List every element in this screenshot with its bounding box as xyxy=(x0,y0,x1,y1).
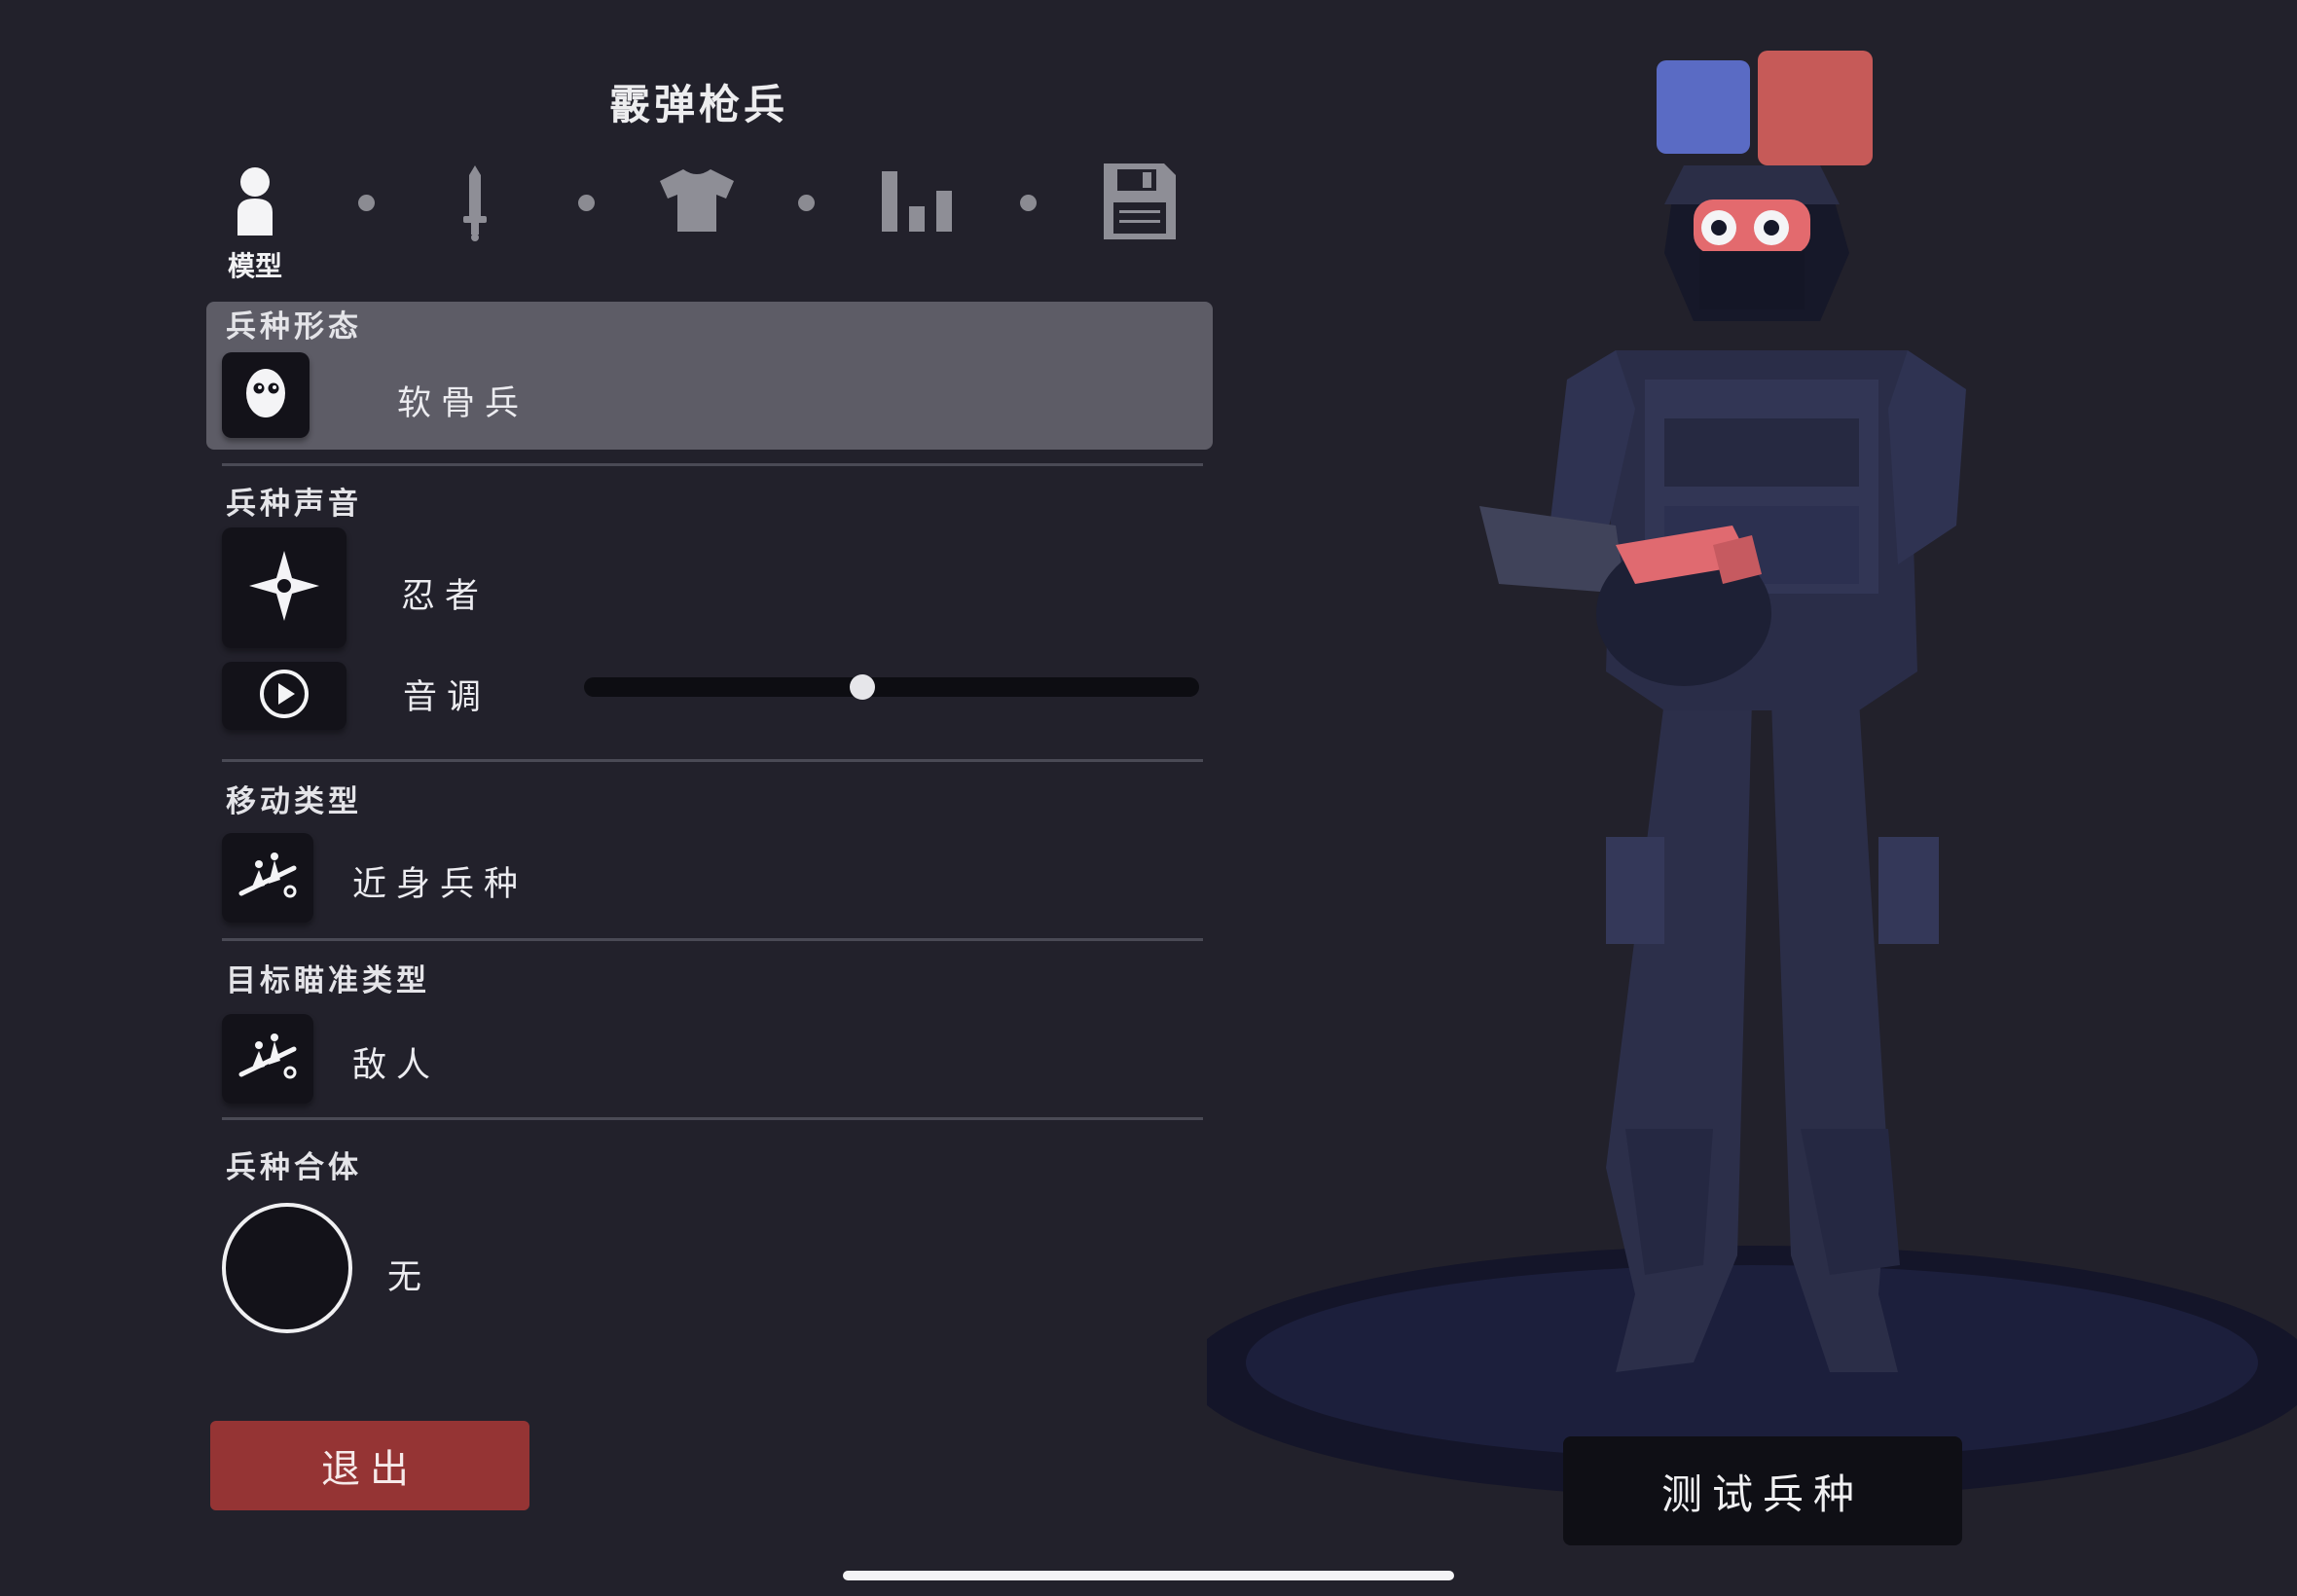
unit-voice-label: 兵种声音 xyxy=(226,487,362,522)
tab-weapons[interactable] xyxy=(457,163,492,241)
person-icon xyxy=(236,165,274,237)
melee-units-icon xyxy=(237,1032,298,1086)
targeting-type-icon-button[interactable] xyxy=(222,1014,313,1104)
unit-voice-value: 忍者 xyxy=(401,577,490,616)
section-divider xyxy=(222,938,1203,941)
tab-clothing[interactable] xyxy=(658,167,736,234)
team-blue-toggle[interactable] xyxy=(1657,60,1750,154)
unit-preview[interactable] xyxy=(1207,0,2297,1596)
unit-combine-value: 无 xyxy=(387,1258,432,1297)
shuriken-icon xyxy=(247,549,321,627)
tab-stats[interactable] xyxy=(880,169,954,234)
home-indicator[interactable] xyxy=(843,1571,1454,1580)
tab-separator-dot xyxy=(798,195,815,211)
floppy-disk-icon xyxy=(1102,162,1178,241)
movement-type-label: 移动类型 xyxy=(226,784,362,819)
section-divider xyxy=(222,463,1203,466)
targeting-type-value: 敌人 xyxy=(352,1046,441,1085)
tab-model[interactable]: 模型 xyxy=(224,165,286,284)
movement-type-value: 近身兵种 xyxy=(352,865,529,904)
movement-type-icon-button[interactable] xyxy=(222,833,313,923)
sword-icon xyxy=(457,163,492,241)
melee-units-icon xyxy=(237,851,298,905)
pitch-slider[interactable] xyxy=(584,674,1199,700)
exit-button[interactable]: 退出 xyxy=(210,1421,529,1510)
unit-combine-slot[interactable] xyxy=(222,1203,352,1333)
unit-title: 霰弹枪兵 xyxy=(608,81,788,128)
pitch-label: 音调 xyxy=(403,678,492,717)
targeting-type-label: 目标瞄准类型 xyxy=(226,963,430,998)
unit-form-icon-button[interactable] xyxy=(222,352,310,438)
pitch-slider-knob[interactable] xyxy=(849,674,875,700)
unit-voice-icon-button[interactable] xyxy=(222,527,346,648)
play-icon xyxy=(258,668,310,724)
unit-form-label: 兵种形态 xyxy=(226,309,362,345)
play-voice-button[interactable] xyxy=(222,662,346,730)
unit-combine-label: 兵种合体 xyxy=(226,1150,362,1185)
section-divider xyxy=(222,759,1203,762)
tab-separator-dot xyxy=(578,195,595,211)
unit-model xyxy=(1479,165,1966,1372)
tab-save[interactable] xyxy=(1102,162,1178,241)
shirt-icon xyxy=(658,167,736,234)
tab-separator-dot xyxy=(358,195,375,211)
unit-form-value: 软骨兵 xyxy=(397,384,529,423)
bar-chart-icon xyxy=(880,169,954,234)
test-unit-button[interactable]: 测试兵种 xyxy=(1563,1436,1962,1545)
section-divider xyxy=(222,1117,1203,1120)
ragdoll-face-icon xyxy=(244,367,287,423)
tab-separator-dot xyxy=(1020,195,1037,211)
team-red-toggle[interactable] xyxy=(1758,51,1873,165)
tab-model-label: 模型 xyxy=(227,250,282,282)
